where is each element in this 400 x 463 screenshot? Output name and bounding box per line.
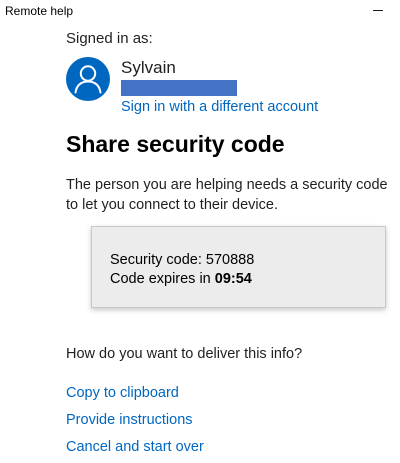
switch-account-link[interactable]: Sign in with a different account — [121, 99, 318, 115]
code-expiry-label: Code expires in — [110, 271, 215, 287]
code-expiry-line: Code expires in 09:54 — [110, 271, 252, 287]
avatar — [66, 57, 110, 101]
person-icon — [74, 65, 102, 94]
code-expiry-timer: 09:54 — [214, 271, 252, 287]
cancel-and-start-over-link[interactable]: Cancel and start over — [66, 439, 204, 455]
copy-to-clipboard-link[interactable]: Copy to clipboard — [66, 385, 179, 401]
user-name: Sylvain — [121, 58, 176, 77]
title-bar: Remote help — [0, 0, 400, 22]
page-title: Share security code — [66, 131, 285, 157]
security-code-label: Security code: — [110, 252, 206, 268]
redacted-email — [121, 80, 237, 96]
security-code-value: 570888 — [205, 252, 255, 268]
signed-in-label: Signed in as: — [66, 30, 153, 47]
security-code-line: Security code: 570888 — [110, 252, 254, 268]
provide-instructions-link[interactable]: Provide instructions — [66, 412, 193, 428]
minimize-icon — [373, 10, 383, 11]
minimize-button[interactable] — [356, 0, 400, 22]
deliver-question: How do you want to deliver this info? — [66, 346, 303, 362]
description-text: The person you are helping needs a secur… — [66, 177, 388, 213]
window-title: Remote help — [5, 4, 74, 18]
security-code-panel: Security code: 570888 Code expires in 09… — [91, 226, 386, 308]
